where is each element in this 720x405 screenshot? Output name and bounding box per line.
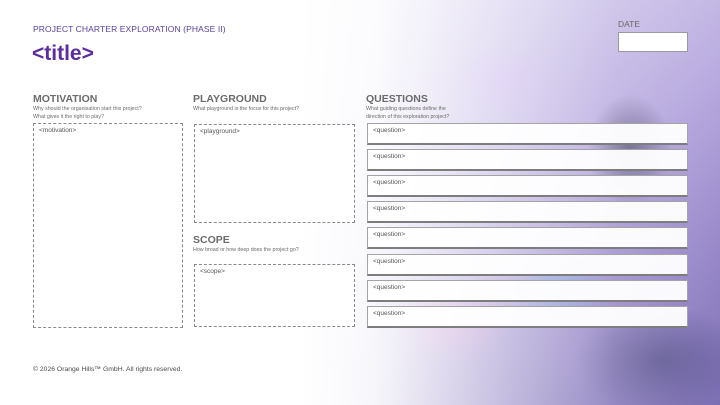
- questions-subtitle: What guiding questions define the direct…: [366, 106, 449, 121]
- questions-subtitle-line2: direction of this exploration project?: [366, 113, 450, 120]
- question-field[interactable]: <question>: [367, 175, 688, 197]
- motivation-subtitle-line1: Why should the organisation start this p…: [33, 106, 142, 112]
- question-field[interactable]: <question>: [367, 149, 688, 171]
- questions-subtitle-line1: What guiding questions define the: [366, 106, 446, 112]
- document-eyebrow: PROJECT CHARTER EXPLORATION (PHASE II): [33, 24, 226, 34]
- copyright-footer: © 2026 Orange Hills™ GmbH. All rights re…: [33, 366, 183, 373]
- page-title[interactable]: <title>: [32, 42, 94, 66]
- playground-heading: PLAYGROUND: [193, 93, 267, 105]
- scope-subtitle: How broad or how deep does the project g…: [193, 247, 299, 253]
- charter-canvas: PROJECT CHARTER EXPLORATION (PHASE II) <…: [0, 0, 720, 405]
- question-field[interactable]: <question>: [367, 254, 688, 276]
- date-label: DATE: [618, 19, 641, 29]
- question-field[interactable]: <question>: [367, 123, 688, 145]
- scope-heading: SCOPE: [193, 234, 230, 246]
- questions-heading: QUESTIONS: [366, 93, 428, 105]
- playground-field[interactable]: <playground>: [194, 124, 355, 223]
- motivation-subtitle-line2: What gives it the right to play?: [33, 113, 104, 120]
- motivation-heading: MOTIVATION: [33, 93, 98, 105]
- date-field[interactable]: [618, 32, 688, 52]
- playground-subtitle: What playground is the focus for this pr…: [193, 106, 299, 112]
- question-field[interactable]: <question>: [367, 201, 688, 223]
- motivation-subtitle: Why should the organisation start this p…: [33, 106, 142, 121]
- question-field[interactable]: <question>: [367, 227, 688, 249]
- motivation-field[interactable]: <motivation>: [33, 123, 183, 328]
- question-field[interactable]: <question>: [367, 306, 688, 328]
- question-field[interactable]: <question>: [367, 280, 688, 302]
- scope-field[interactable]: <scope>: [194, 264, 355, 327]
